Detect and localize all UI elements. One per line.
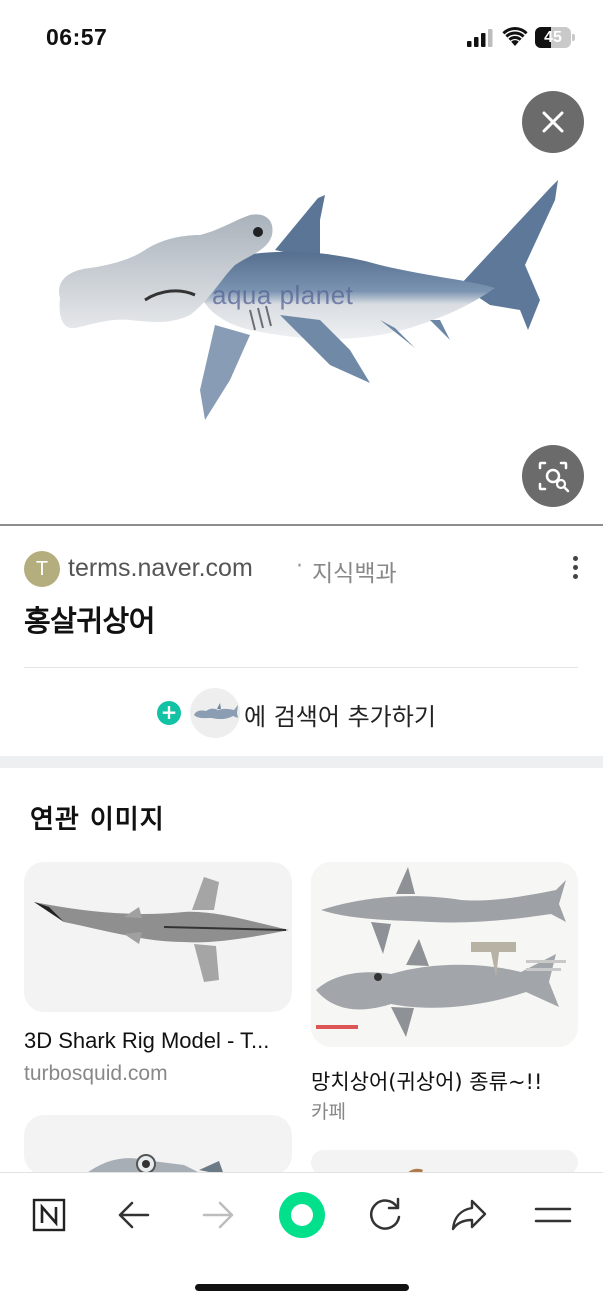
status-time: 06:57 — [46, 24, 108, 50]
close-icon — [542, 111, 564, 133]
section-separator — [0, 756, 603, 768]
source-separator: · — [296, 554, 303, 579]
source-domain[interactable]: terms.naver.com — [68, 554, 253, 583]
related-image-card[interactable] — [24, 1115, 292, 1175]
divider — [24, 667, 578, 668]
more-dots-icon — [573, 556, 578, 561]
add-keyword-button[interactable]: + 에 검색어 추가하기 — [155, 688, 455, 738]
related-image-card[interactable] — [311, 862, 578, 1047]
battery-indicator: 45 — [535, 27, 575, 48]
refresh-button[interactable] — [357, 1187, 413, 1243]
share-button[interactable] — [441, 1187, 497, 1243]
related-image-source: 카페 — [311, 1101, 346, 1123]
image-search-lens-icon — [538, 461, 570, 493]
status-bar: 06:57 45 — [0, 0, 603, 70]
forward-arrow-icon — [202, 1201, 234, 1229]
green-dot-button[interactable] — [274, 1187, 330, 1243]
related-image-card[interactable] — [24, 862, 292, 1012]
shark-rig-image — [34, 877, 289, 982]
close-button[interactable] — [522, 91, 584, 153]
related-image-title[interactable]: 망치상어(귀상어) 종류~!! — [311, 1066, 578, 1096]
add-keyword-label: 에 검색어 추가하기 — [244, 703, 436, 731]
menu-button[interactable] — [525, 1187, 581, 1243]
green-dot-icon — [279, 1192, 325, 1238]
plus-icon: + — [157, 701, 181, 725]
forward-button[interactable] — [190, 1187, 246, 1243]
source-category[interactable]: 지식백과 — [312, 554, 397, 588]
related-image-title[interactable]: 3D Shark Rig Model - T... — [24, 1028, 292, 1054]
keyword-thumbnail — [190, 688, 240, 738]
home-indicator[interactable] — [195, 1284, 409, 1291]
related-shark-partial-image — [84, 1154, 224, 1175]
cellular-signal-icon — [467, 29, 493, 47]
back-arrow-icon — [118, 1201, 150, 1229]
more-options-button[interactable] — [568, 553, 584, 583]
result-title[interactable]: 홍살귀상어 — [24, 598, 155, 640]
source-avatar: T — [24, 551, 60, 587]
share-icon — [451, 1199, 487, 1231]
related-images-title: 연관 이미지 — [30, 805, 165, 835]
source-row[interactable]: T terms.naver.com · 지식백과 — [24, 549, 584, 589]
battery-level-text: 45 — [544, 29, 562, 46]
wifi-icon — [502, 27, 528, 46]
naver-home-icon — [32, 1198, 66, 1232]
viewer-divider — [0, 524, 603, 526]
menu-icon — [534, 1207, 572, 1223]
back-button[interactable] — [106, 1187, 162, 1243]
refresh-icon — [370, 1197, 401, 1230]
naver-home-button[interactable] — [21, 1187, 77, 1243]
hammerhead-types-image — [311, 862, 578, 1047]
watermark: aqua planet — [212, 280, 354, 310]
related-image-source: turbosquid.com — [24, 1062, 168, 1085]
image-search-button[interactable] — [522, 445, 584, 507]
